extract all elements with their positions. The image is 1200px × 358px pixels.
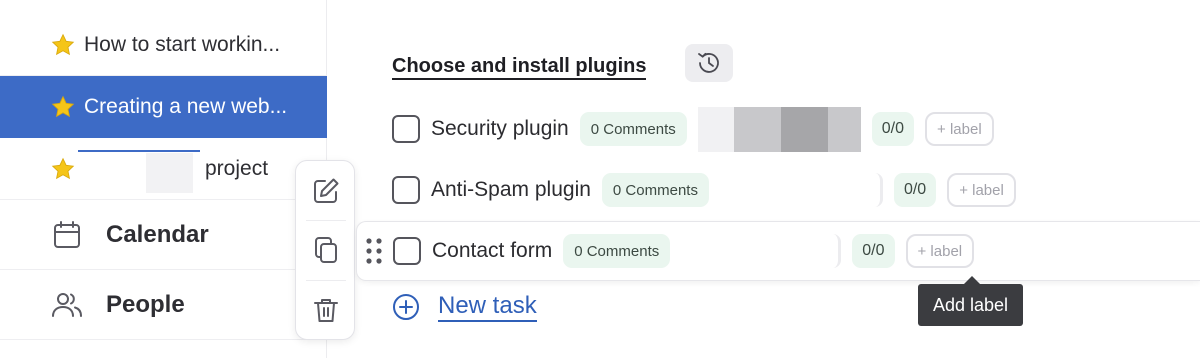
divider	[306, 220, 346, 221]
row-actions-panel	[295, 160, 355, 340]
project-label: Creating a new web...	[84, 95, 288, 118]
comments-badge[interactable]: 0 Comments	[579, 112, 687, 146]
task-name[interactable]: Anti-Spam plugin	[431, 178, 591, 202]
project-label: How to start workin...	[84, 32, 281, 56]
redacted-field	[697, 106, 861, 152]
task-name[interactable]: Contact form	[432, 239, 552, 263]
calendar-icon	[54, 220, 80, 248]
sidebar-project-item-active[interactable]: Creating a new web...	[0, 76, 327, 138]
task-row[interactable]: Anti-Spam plugin 0 Comments 0/0 + label	[392, 164, 1016, 216]
task-checkbox[interactable]	[392, 115, 420, 143]
comments-badge[interactable]: 0 Comments	[563, 234, 671, 268]
star-icon	[51, 157, 75, 179]
add-label-button[interactable]: + label	[905, 234, 975, 268]
comments-badge[interactable]: 0 Comments	[601, 173, 709, 207]
subtask-count: 0/0	[852, 234, 895, 268]
task-checkbox[interactable]	[393, 237, 421, 265]
redacted-text	[146, 153, 193, 193]
divider	[306, 280, 346, 281]
people-icon	[52, 292, 82, 317]
redacted-text	[78, 150, 200, 152]
sidebar: How to start workin... Creating a new we…	[0, 0, 327, 358]
task-name[interactable]: Security plugin	[431, 117, 569, 141]
edit-button[interactable]	[310, 175, 342, 207]
history-icon	[698, 52, 719, 73]
sidebar-item-calendar[interactable]: Calendar	[0, 200, 327, 270]
delete-button[interactable]	[310, 294, 342, 326]
new-task-button[interactable]: New task	[392, 292, 537, 322]
new-task-label: New task	[438, 292, 537, 322]
task-checkbox[interactable]	[392, 176, 420, 204]
task-row-hovered[interactable]: Contact form 0 Comments 0/0 + label	[356, 221, 1200, 281]
task-row[interactable]: Security plugin 0 Comments 0/0 + label	[392, 103, 994, 155]
sidebar-project-item[interactable]: How to start workin...	[0, 14, 327, 76]
project-label: project	[205, 156, 269, 180]
redacted-field	[681, 234, 842, 268]
sidebar-item-label: Calendar	[106, 220, 209, 248]
star-icon	[51, 95, 75, 118]
drag-handle-icon[interactable]	[365, 236, 383, 266]
task-group-title[interactable]: Choose and install plugins	[392, 55, 647, 80]
redacted-field	[720, 173, 883, 207]
subtask-count: 0/0	[893, 173, 937, 207]
plus-circle-icon	[393, 294, 419, 320]
add-label-button[interactable]: + label	[925, 112, 994, 146]
history-button[interactable]	[685, 44, 733, 82]
subtask-count: 0/0	[871, 112, 915, 146]
task-list-panel: Choose and install plugins Security plug…	[353, 0, 1200, 358]
star-icon	[51, 33, 75, 55]
edit-icon	[314, 178, 339, 203]
add-label-button[interactable]: + label	[947, 173, 1016, 207]
sidebar-item-label: People	[106, 290, 185, 318]
sidebar-item-people[interactable]: People	[0, 270, 327, 340]
trash-icon	[314, 299, 338, 322]
tooltip: Add label	[918, 276, 1023, 326]
copy-button[interactable]	[310, 234, 342, 266]
copy-icon	[315, 237, 337, 263]
